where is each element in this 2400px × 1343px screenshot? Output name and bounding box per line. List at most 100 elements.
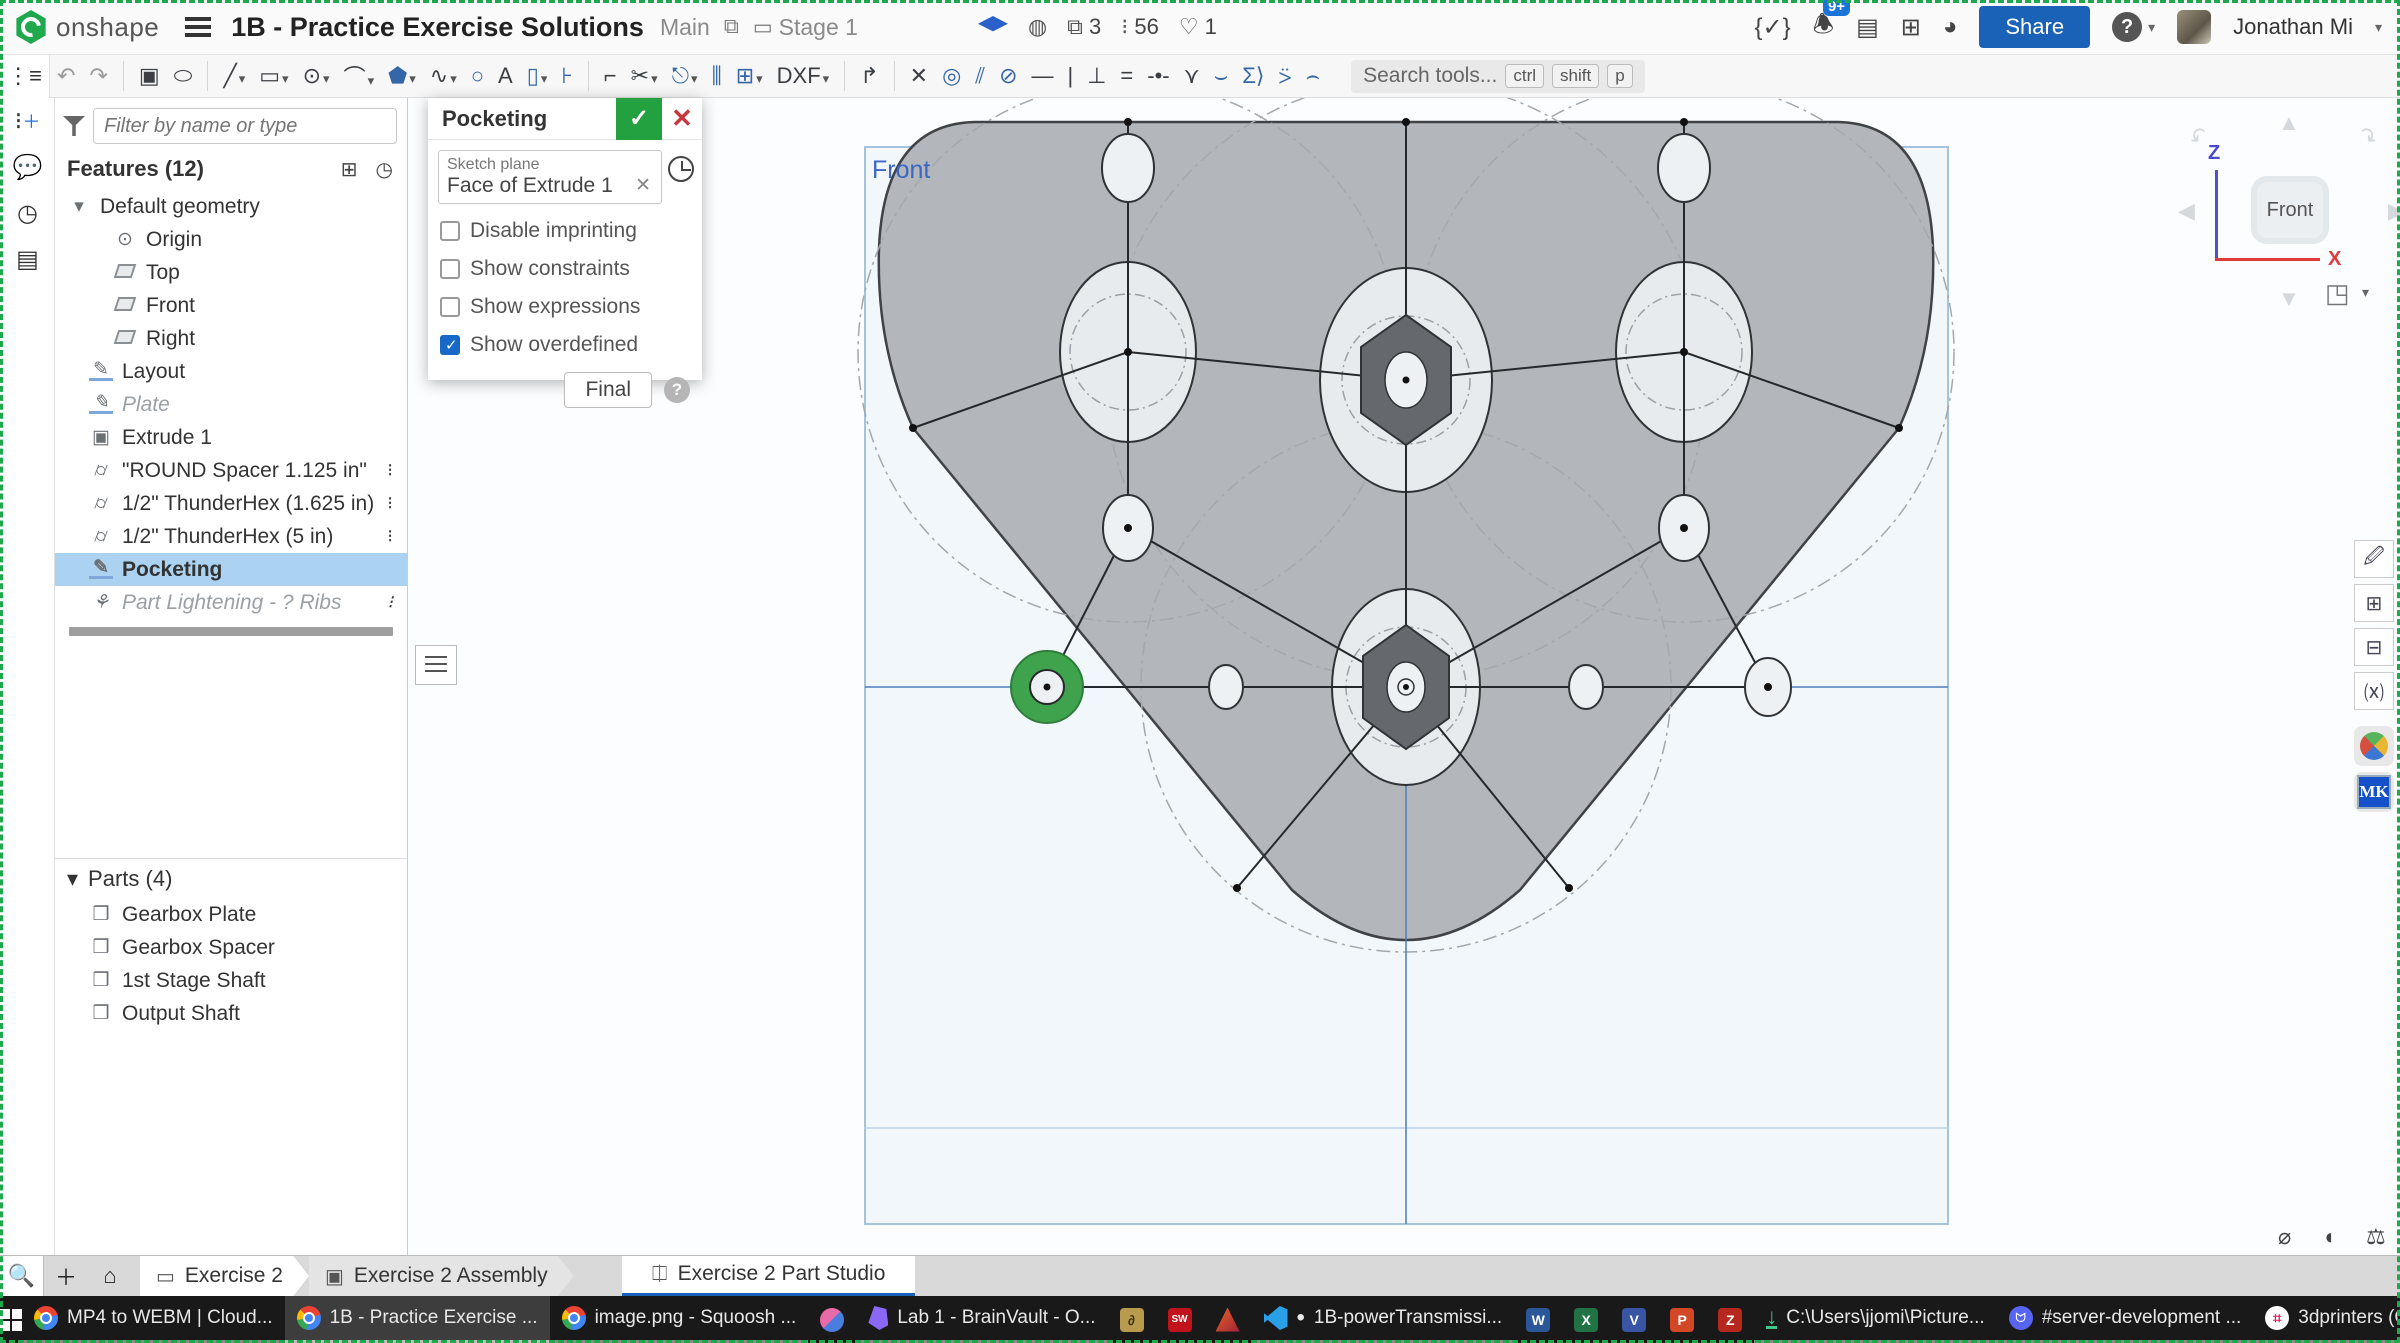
tree-item-thunderhex-1625[interactable]: ⌭1/2" ThunderHex (1.625 in)⁝	[55, 487, 407, 520]
user-name[interactable]: Jonathan Mi	[2233, 14, 2353, 40]
main-menu-icon[interactable]	[185, 17, 211, 37]
tab-exercise-2-part-studio[interactable]: ⎅ Exercise 2 Part Studio	[622, 1256, 916, 1297]
tree-item-right[interactable]: Right	[55, 322, 407, 355]
sketch-plane-field[interactable]: Sketch plane Face of Extrude 1 ✕	[438, 150, 662, 204]
curvature-constraint-icon[interactable]: ⌣	[1207, 63, 1235, 89]
graphics-canvas[interactable]: Front	[408, 98, 2400, 1255]
undo-icon[interactable]: ↶	[50, 63, 82, 89]
tree-item-top[interactable]: Top	[55, 256, 407, 289]
taskbar-item-gold-app[interactable]: ∂	[1108, 1296, 1156, 1343]
taskbar-item-vscode[interactable]: •1B-powerTransmissi...	[1252, 1296, 1515, 1343]
tree-item-layout[interactable]: ✎Layout	[55, 355, 407, 388]
taskbar-item-excel[interactable]: X	[1562, 1296, 1610, 1343]
symmetric-constraint-icon[interactable]: ⋎	[1177, 63, 1207, 89]
checkbox-icon[interactable]	[440, 297, 460, 317]
tree-item-origin[interactable]: ⊙Origin	[55, 223, 407, 256]
help-icon[interactable]: ?	[2112, 12, 2142, 42]
dialog-help-icon[interactable]: ?	[664, 377, 690, 403]
taskbar-item-visio[interactable]: V	[1610, 1296, 1658, 1343]
public-globe-icon[interactable]: ◍	[1028, 14, 1047, 40]
feature-list-panel-icon[interactable]: ▤	[0, 236, 55, 282]
checkbox-disable-imprinting[interactable]: Disable imprinting	[428, 212, 702, 250]
arc-tool-icon[interactable]: ⌒▾	[337, 60, 382, 92]
tree-item-round-spacer[interactable]: ⌭"ROUND Spacer 1.125 in"⁝	[55, 454, 407, 487]
tab-exercise-2-assembly[interactable]: ▣ Exercise 2 Assembly	[309, 1256, 574, 1297]
extension-pinwheel-icon[interactable]	[2354, 726, 2394, 766]
tree-item-extrude-1[interactable]: ▣Extrude 1	[55, 421, 407, 454]
offset-tool-icon[interactable]: ⎋▾	[665, 63, 705, 89]
view-cube-front-face[interactable]: Front	[2257, 182, 2323, 238]
history-panel-icon[interactable]: ◷	[0, 190, 55, 236]
trim-tool-icon[interactable]: ✂▾	[624, 63, 665, 89]
share-button[interactable]: Share	[1979, 6, 2090, 48]
search-tools-input[interactable]: Search tools... ctrl shift p	[1351, 60, 1645, 93]
suppress-clock-icon[interactable]	[668, 156, 694, 182]
notifications-bell-icon[interactable]: 🕭9+	[1813, 7, 1834, 48]
checkbox-icon[interactable]	[440, 221, 460, 241]
midpoint-constraint-icon[interactable]: -•-	[1140, 63, 1176, 89]
isometric-cube-icon[interactable]: ◳	[2325, 278, 2350, 309]
configured-features-icon[interactable]: ⊟	[2354, 628, 2394, 666]
taskbar-item-powerpoint[interactable]: P	[1658, 1296, 1706, 1343]
rotate-up-icon[interactable]: ▲	[2278, 110, 2300, 136]
rotate-right-icon[interactable]: ▶	[2388, 198, 2400, 224]
point-tool-icon[interactable]: ○	[464, 63, 491, 89]
ellipse-tool-icon[interactable]: ⬭	[167, 63, 200, 89]
chevron-down-icon[interactable]: ▾	[67, 866, 78, 892]
rotate-cw-icon[interactable]: ↷	[2352, 121, 2383, 153]
feature-list-toggle-icon[interactable]: ⋮≡	[0, 55, 50, 98]
versions-panel-icon[interactable]: ⁝＋	[0, 98, 55, 144]
taskbar-item-discord[interactable]: ᗢ#server-development ...	[1997, 1296, 2254, 1343]
horizontal-constraint-icon[interactable]: —	[1025, 63, 1061, 89]
filter-icon[interactable]	[63, 116, 85, 136]
construction-tool-icon[interactable]: ⊦	[554, 63, 579, 89]
featurescript-icon[interactable]: {✓}	[1754, 13, 1790, 42]
taskbar-item-zotero[interactable]: Z	[1706, 1296, 1754, 1343]
learning-center-icon[interactable]	[978, 16, 1008, 38]
taskbar-item-chrome-3[interactable]: image.png - Squoosh ...	[550, 1296, 809, 1343]
taskbar-item-matlab[interactable]	[1204, 1296, 1252, 1343]
rotate-left-icon[interactable]: ◀	[2178, 198, 2195, 224]
item-menu-icon[interactable]: ⁝	[387, 592, 393, 613]
protractor-icon[interactable]: ◖	[2322, 1224, 2335, 1250]
tab-exercise-2[interactable]: ▭ Exercise 2	[140, 1256, 309, 1297]
normal-constraint-icon[interactable]: ⌢	[1299, 63, 1327, 89]
extension-mk-icon[interactable]: MK	[2354, 772, 2394, 812]
rotate-down-icon[interactable]: ▼	[2278, 286, 2300, 312]
rollback-history-icon[interactable]: ◷	[376, 157, 393, 182]
new-tab-icon[interactable]: ＋	[44, 1256, 88, 1297]
redo-icon[interactable]: ↷	[82, 63, 114, 89]
user-menu-chevron-icon[interactable]: ▾	[2375, 19, 2382, 36]
copies-icon[interactable]: ⧉ 3	[1067, 14, 1101, 40]
tape-measure-icon[interactable]: ⌀	[2278, 1224, 2291, 1250]
slot-tool-icon[interactable]: ▯▾	[520, 63, 555, 89]
concentric-constraint-icon[interactable]: ◎	[935, 63, 968, 89]
equal-constraint-icon[interactable]: =	[1113, 63, 1140, 89]
chevron-down-icon[interactable]: ▾	[67, 195, 91, 218]
pattern-tool-icon[interactable]: ⊞▾	[729, 63, 770, 89]
filter-input[interactable]	[93, 108, 397, 144]
transform-tool-icon[interactable]: ↱	[853, 63, 885, 89]
fix-constraint-icon[interactable]: ⍩	[1271, 63, 1298, 89]
sheet-icon[interactable]: ▣	[132, 63, 167, 89]
clear-selection-icon[interactable]: ✕	[635, 174, 653, 198]
mirror-tool-icon[interactable]: ⫼	[705, 63, 729, 89]
item-menu-icon[interactable]: ⁝	[387, 493, 393, 514]
polygon-tool-icon[interactable]: ⬟▾	[381, 63, 423, 89]
line-tool-icon[interactable]: ╱▾	[216, 63, 252, 89]
tree-item-thunderhex-5[interactable]: ⌭1/2" ThunderHex (5 in)⁝	[55, 520, 407, 553]
part-item-gearbox-plate[interactable]: ❒Gearbox Plate	[55, 898, 407, 931]
taskbar-item-obsidian[interactable]: Lab 1 - BrainVault - O...	[856, 1296, 1107, 1343]
home-icon[interactable]: ⌂	[88, 1256, 132, 1297]
appearance-panel-icon[interactable]: 🖉	[2354, 540, 2394, 578]
part-item-1st-stage-shaft[interactable]: ❒1st Stage Shaft	[55, 964, 407, 997]
checkbox-show-overdefined[interactable]: Show overdefined	[428, 326, 702, 364]
view-cube[interactable]: ▲ ↶ ↷ ◀ ▶ ▼ Z X Front ◳ ▾	[2170, 110, 2400, 320]
variable-table-icon[interactable]: ⒳	[2354, 672, 2394, 710]
tree-item-front[interactable]: Front	[55, 289, 407, 322]
checkbox-checked-icon[interactable]	[440, 335, 460, 355]
tree-item-plate[interactable]: ✎Plate	[55, 388, 407, 421]
taskbar-item-slack[interactable]: ⌗3dprinters (Channel) -...	[2253, 1296, 2400, 1343]
part-item-output-shaft[interactable]: ❒Output Shaft	[55, 997, 407, 1030]
avatar[interactable]	[2177, 10, 2211, 44]
